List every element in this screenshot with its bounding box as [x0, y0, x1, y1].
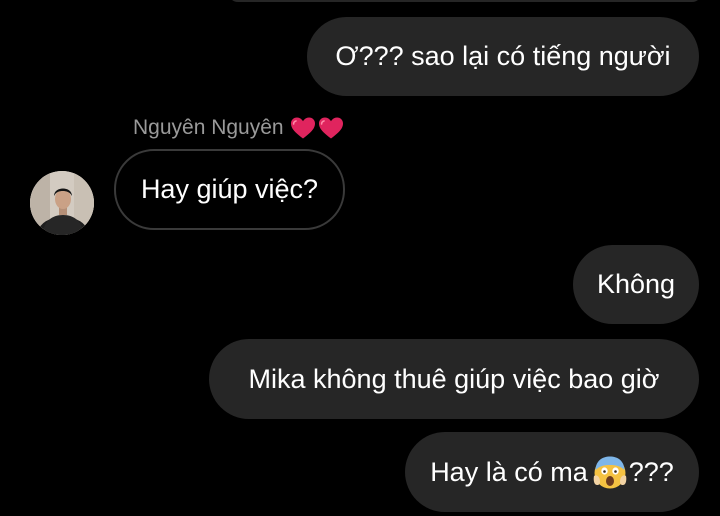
previous-message-bubble-edge [228, 0, 702, 2]
incoming-message[interactable]: Hay giúp việc? [114, 149, 345, 230]
message-text: Mika không thuê giúp việc bao giờ [248, 363, 660, 394]
message-text: Hay giúp việc? [140, 174, 319, 204]
red-heart-icon [318, 117, 343, 139]
sender-name: Nguyên Nguyên [133, 116, 284, 139]
outgoing-message-3[interactable]: Mika không thuê giúp việc bao giờ [209, 339, 699, 419]
red-heart-icon [290, 117, 315, 139]
message-text: Hay là có ma ??? [430, 454, 674, 490]
message-text: Không [596, 269, 676, 299]
message-text-after-emoji: ??? [628, 456, 674, 487]
sender-name-row: Nguyên Nguyên [133, 114, 344, 142]
sender-hearts [290, 116, 344, 140]
avatar-photo [30, 171, 94, 235]
outgoing-message-2[interactable]: Không [573, 245, 699, 324]
message-text-before-emoji: Hay là có ma [430, 456, 588, 487]
message-text: Ơ??? sao lại có tiếng người [335, 41, 671, 71]
sender-avatar[interactable] [30, 171, 94, 235]
outgoing-message-1[interactable]: Ơ??? sao lại có tiếng người [307, 17, 699, 96]
face-screaming-in-fear-icon [593, 456, 627, 489]
outgoing-message-4[interactable]: Hay là có ma ??? [405, 432, 699, 512]
